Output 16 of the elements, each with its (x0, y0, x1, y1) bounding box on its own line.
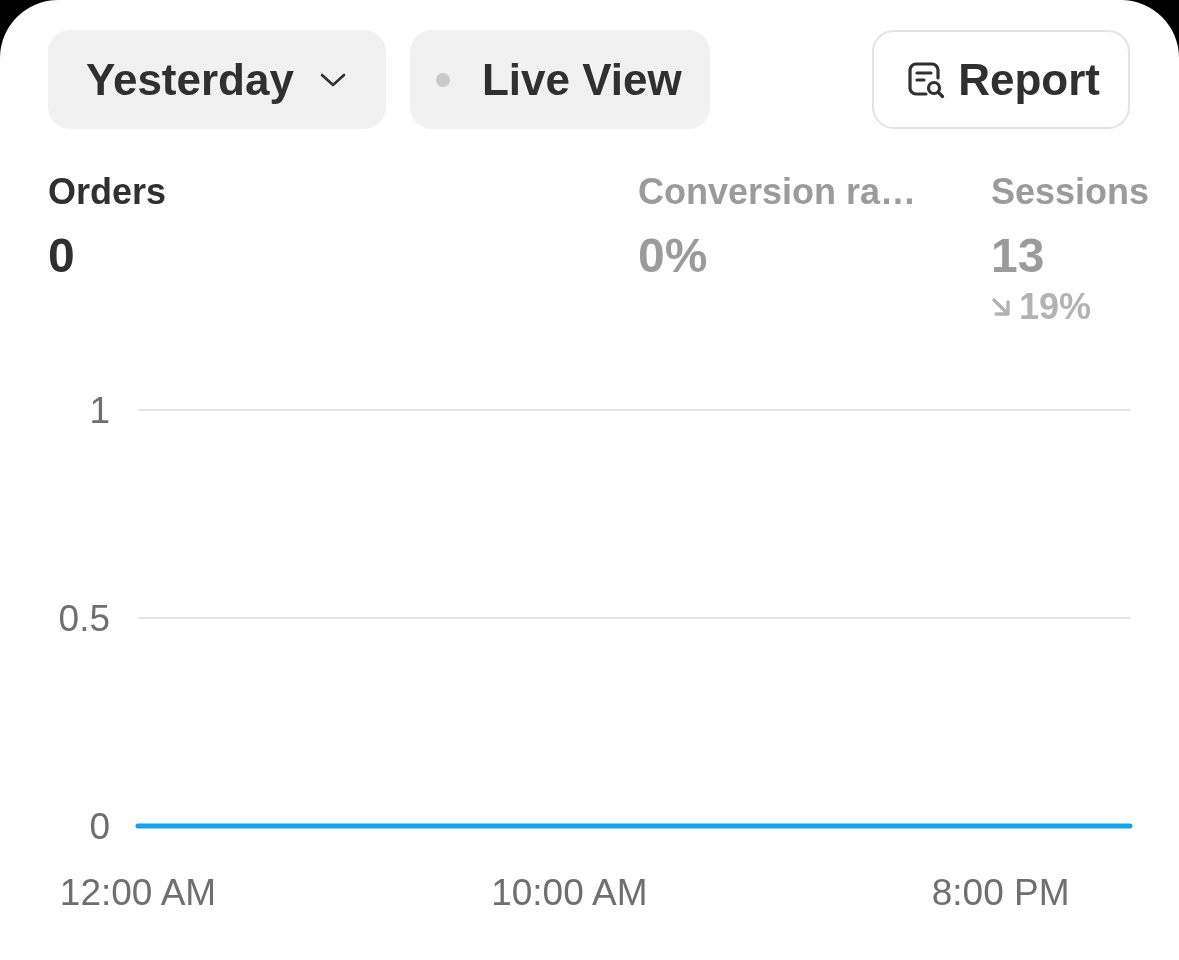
document-search-icon (906, 59, 947, 100)
change-percentage: 19% (1019, 287, 1092, 327)
y-axis-label: 0.5 (58, 598, 110, 639)
metric-value: 0 (48, 228, 75, 284)
live-view-button[interactable]: Live View (409, 30, 710, 129)
x-axis-label: 10:00 AM (491, 872, 648, 913)
x-axis-label: 8:00 PM (931, 872, 1070, 913)
metric-value: 0% (638, 228, 708, 284)
y-axis-label: 1 (89, 390, 110, 431)
x-axis-label: 12:00 AM (59, 872, 217, 913)
chevron-down-icon (319, 71, 346, 88)
metric-value: 13 (991, 228, 1045, 284)
date-range-dropdown[interactable]: Yesterday (48, 30, 386, 129)
y-axis-label: 0 (89, 806, 110, 847)
metric-tab[interactable]: Orders (48, 171, 167, 213)
report-button[interactable]: Report (872, 30, 1130, 129)
